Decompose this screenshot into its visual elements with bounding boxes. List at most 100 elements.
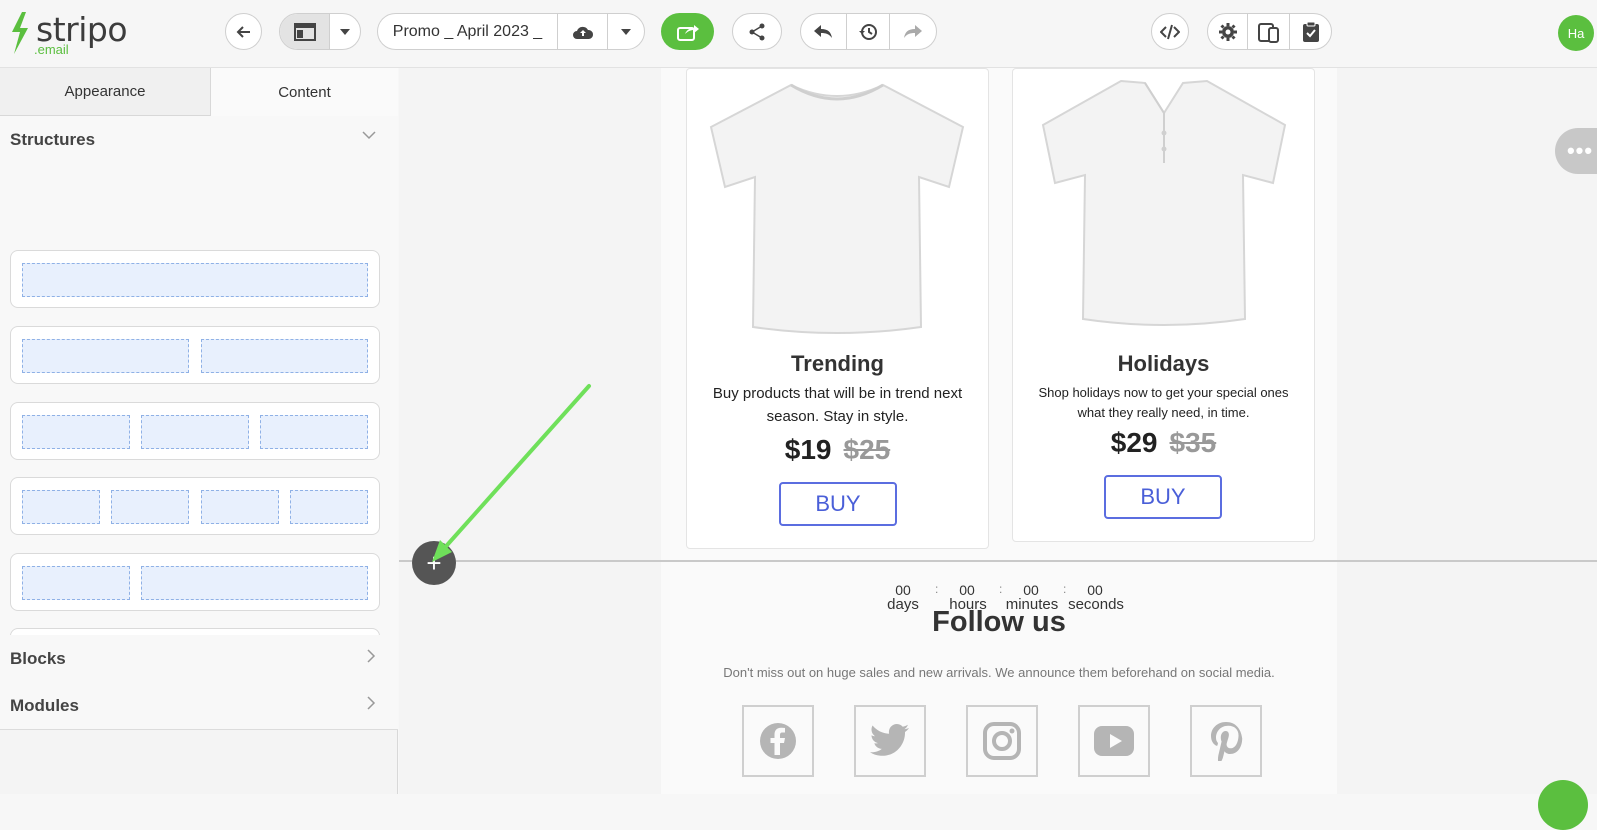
undo-button[interactable] <box>801 14 847 49</box>
twitter-icon <box>870 724 909 756</box>
caret-down-icon <box>340 28 350 35</box>
layout-dropdown-button[interactable] <box>330 14 360 49</box>
logo-bolt-icon <box>12 12 28 54</box>
blocks-section-header[interactable]: Blocks <box>0 635 398 683</box>
product-card-trending[interactable]: Trending Buy products that will be in tr… <box>686 68 989 549</box>
tshirt-image <box>709 83 965 334</box>
code-editor-button[interactable] <box>1151 13 1189 50</box>
structure-cell <box>22 566 130 600</box>
chevron-down-icon <box>362 131 376 140</box>
pinterest-icon <box>1211 722 1243 761</box>
structures-list <box>0 163 398 703</box>
structure-cell <box>22 263 368 297</box>
follow-us-description: Don't miss out on huge sales and new arr… <box>723 665 1275 680</box>
document-controls: Promo _ April 2023 _ <box>377 13 645 50</box>
document-name: Promo _ April 2023 _ <box>392 22 543 40</box>
caret-down-icon <box>621 28 631 35</box>
modules-section-header[interactable]: Modules <box>0 682 398 730</box>
clipboard-icon <box>1302 21 1319 42</box>
document-name-field[interactable]: Promo _ April 2023 _ <box>378 14 558 49</box>
pinterest-link[interactable] <box>1190 705 1262 777</box>
polo-shirt-image <box>1041 79 1287 326</box>
chevron-right-icon <box>367 649 376 663</box>
card-title: Holidays <box>1117 351 1210 376</box>
structure-cell <box>260 415 368 449</box>
instagram-icon <box>983 722 1021 760</box>
cloud-upload-icon <box>572 26 593 39</box>
structure-2-columns[interactable] <box>10 326 380 384</box>
card-price: $29 $35 <box>1013 427 1314 459</box>
history-controls <box>800 13 937 50</box>
save-options-dropdown[interactable] <box>608 14 644 49</box>
card-price: $19 $25 <box>687 434 988 466</box>
structure-1-column[interactable] <box>10 250 380 308</box>
layout-toggle[interactable] <box>279 13 361 50</box>
gear-icon <box>1218 22 1237 41</box>
youtube-icon <box>1094 726 1134 756</box>
top-toolbar: stripo .email Promo _ April 2023 _ Ha <box>0 0 1597 68</box>
tab-appearance[interactable]: Appearance <box>0 68 211 116</box>
card-title: Trending <box>791 351 884 376</box>
product-card-holidays[interactable]: Holidays Shop holidays now to get your s… <box>1012 68 1315 542</box>
redo-icon <box>904 24 923 38</box>
more-options-button[interactable]: ••• <box>1555 128 1597 174</box>
current-price: $29 <box>1110 427 1158 458</box>
back-arrow-icon <box>236 25 250 38</box>
structure-1-2-columns[interactable] <box>10 553 380 611</box>
left-sidebar: Appearance Content Structures Blocks Mod… <box>0 68 398 794</box>
export-icon <box>676 24 699 41</box>
structure-cell <box>22 339 189 373</box>
undo-icon <box>814 24 833 38</box>
youtube-link[interactable] <box>1078 705 1150 777</box>
stripo-logo[interactable]: stripo .email <box>10 10 128 57</box>
user-avatar[interactable]: Ha <box>1558 15 1594 51</box>
share-icon <box>749 23 765 40</box>
buy-button[interactable]: BUY <box>779 482 897 526</box>
save-cloud-button[interactable] <box>558 14 608 49</box>
buy-button[interactable]: BUY <box>1104 475 1222 519</box>
structure-cell <box>290 490 368 524</box>
structure-3-columns[interactable] <box>10 402 380 460</box>
sidebar-tabs: Appearance Content <box>0 68 398 116</box>
old-price: $25 <box>843 434 891 465</box>
facebook-link[interactable] <box>742 705 814 777</box>
redo-button[interactable] <box>890 14 936 49</box>
structure-cell <box>22 415 130 449</box>
section-divider <box>399 560 1597 562</box>
blocks-title: Blocks <box>10 648 66 668</box>
card-description: Shop holidays now to get your special on… <box>1038 385 1289 420</box>
structures-title: Structures <box>10 129 96 149</box>
export-button[interactable] <box>661 13 714 50</box>
settings-button[interactable] <box>1208 14 1248 49</box>
structure-cell <box>201 339 368 373</box>
back-button[interactable] <box>225 13 262 50</box>
structure-cell <box>111 490 189 524</box>
layout-view-button[interactable] <box>280 14 330 49</box>
history-icon <box>859 23 877 40</box>
test-email-button[interactable] <box>1290 14 1331 49</box>
tab-content[interactable]: Content <box>211 68 398 116</box>
facebook-icon <box>760 723 796 759</box>
email-canvas: Trending Buy products that will be in tr… <box>399 68 1597 794</box>
structures-section-header[interactable]: Structures <box>0 116 398 164</box>
code-icon <box>1160 24 1180 39</box>
structure-cell <box>201 490 279 524</box>
follow-us-heading: Follow us <box>932 606 1066 638</box>
old-price: $35 <box>1169 427 1217 458</box>
settings-controls <box>1207 13 1332 50</box>
history-button[interactable] <box>847 14 891 49</box>
logo-subtext: .email <box>34 42 69 57</box>
share-button[interactable] <box>732 13 782 50</box>
modules-title: Modules <box>10 695 79 715</box>
structure-cell <box>141 415 249 449</box>
add-structure-button[interactable]: + <box>412 541 456 585</box>
structure-cell <box>22 490 100 524</box>
card-description: Buy products that will be in trend next … <box>712 385 963 425</box>
structure-4-columns[interactable] <box>10 477 380 535</box>
preview-button[interactable] <box>1248 14 1290 49</box>
chevron-right-icon <box>367 696 376 710</box>
twitter-link[interactable] <box>854 705 926 777</box>
chat-support-button[interactable] <box>1538 780 1588 830</box>
mobile-preview-icon <box>1257 22 1279 43</box>
instagram-link[interactable] <box>966 705 1038 777</box>
